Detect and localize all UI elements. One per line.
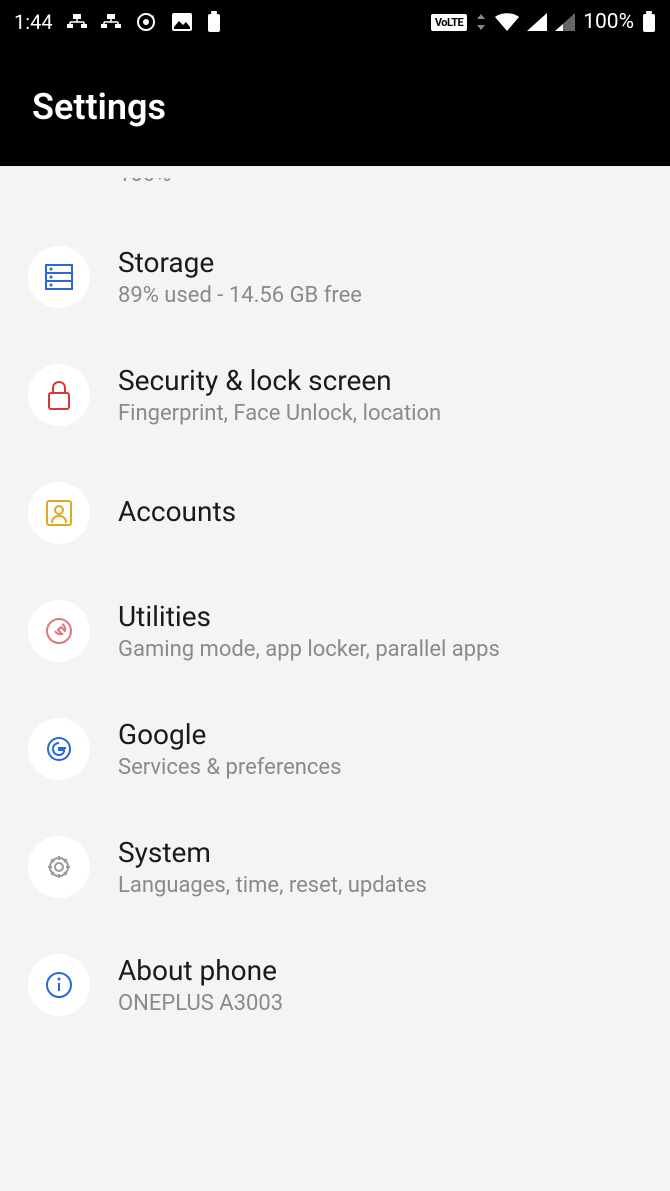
sync-icon <box>135 11 157 33</box>
item-title: Security & lock screen <box>118 364 642 397</box>
item-text: About phone ONEPLUS A3003 <box>118 954 642 1016</box>
google-icon <box>28 718 90 780</box>
settings-item-utilities[interactable]: Utilities Gaming mode, app locker, paral… <box>0 572 670 690</box>
volte-badge: VoLTE <box>431 14 467 31</box>
settings-item-about[interactable]: About phone ONEPLUS A3003 <box>0 926 670 1044</box>
page-title: Settings <box>32 86 638 128</box>
item-text: Security & lock screen Fingerprint, Face… <box>118 364 642 426</box>
settings-list: 100% Storage 89% used - 14.56 GB free Se… <box>0 166 670 1044</box>
status-time: 1:44 <box>14 10 53 34</box>
gear-icon <box>28 836 90 898</box>
item-subtitle: ONEPLUS A3003 <box>118 991 642 1016</box>
item-title: System <box>118 836 642 869</box>
item-title: Utilities <box>118 600 642 633</box>
battery-icon-left <box>207 11 221 33</box>
item-subtitle: Languages, time, reset, updates <box>118 873 642 898</box>
settings-item-system[interactable]: System Languages, time, reset, updates <box>0 808 670 926</box>
item-text: Accounts <box>118 495 642 532</box>
item-title: About phone <box>118 954 642 987</box>
battery-icon-right <box>642 11 656 33</box>
item-subtitle: Services & preferences <box>118 755 642 780</box>
item-text: Utilities Gaming mode, app locker, paral… <box>118 600 642 662</box>
settings-item-storage[interactable]: Storage 89% used - 14.56 GB free <box>0 218 670 336</box>
accounts-icon <box>28 482 90 544</box>
settings-item-security[interactable]: Security & lock screen Fingerprint, Face… <box>0 336 670 454</box>
data-arrows-icon <box>475 14 487 30</box>
battery-percent: 100% <box>583 10 634 34</box>
item-subtitle: 89% used - 14.56 GB free <box>118 283 642 308</box>
status-right: VoLTE 100% <box>431 10 656 34</box>
item-title: Storage <box>118 246 642 279</box>
item-subtitle: Fingerprint, Face Unlock, location <box>118 401 642 426</box>
settings-item-google[interactable]: Google Services & preferences <box>0 690 670 808</box>
item-text: Google Services & preferences <box>118 718 642 780</box>
image-icon <box>171 12 193 32</box>
wifi-icon <box>495 13 519 31</box>
item-text: Storage 89% used - 14.56 GB free <box>118 246 642 308</box>
status-bar: 1:44 VoLTE 100% <box>0 0 670 44</box>
item-text: System Languages, time, reset, updates <box>118 836 642 898</box>
settings-item-accounts[interactable]: Accounts <box>0 454 670 572</box>
partial-subtitle: 100% <box>118 178 171 187</box>
signal-icon-2 <box>555 13 575 31</box>
network-icon <box>67 14 87 30</box>
info-icon <box>28 954 90 1016</box>
settings-item-partial[interactable]: 100% <box>0 178 670 218</box>
item-title: Google <box>118 718 642 751</box>
storage-icon <box>28 246 90 308</box>
item-title: Accounts <box>118 495 642 528</box>
item-subtitle: Gaming mode, app locker, parallel apps <box>118 637 642 662</box>
signal-icon-1 <box>527 13 547 31</box>
network-icon-2 <box>101 14 121 30</box>
page-header: Settings <box>0 44 670 166</box>
lock-icon <box>28 364 90 426</box>
utilities-icon <box>28 600 90 662</box>
status-left: 1:44 <box>14 10 221 34</box>
